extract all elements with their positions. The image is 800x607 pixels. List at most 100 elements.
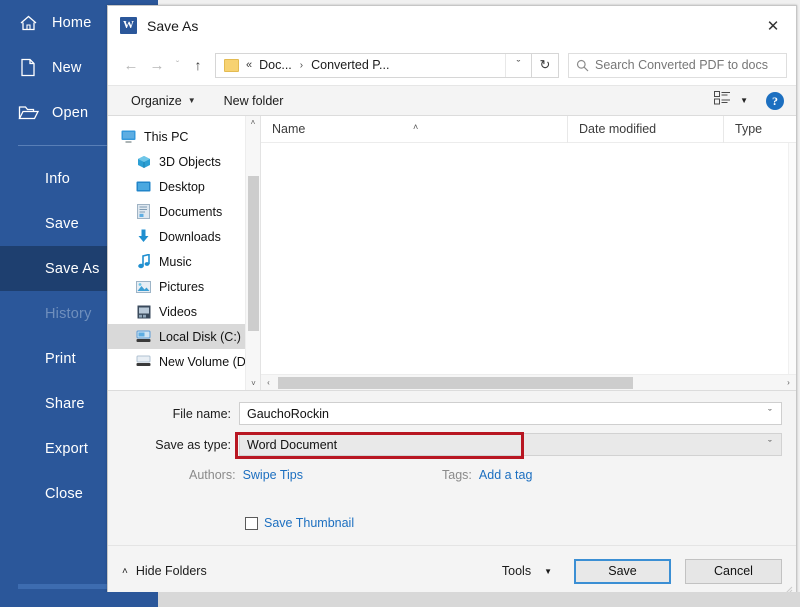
save-thumbnail-label[interactable]: Save Thumbnail [264, 516, 354, 530]
save-button[interactable]: Save [574, 558, 671, 584]
tree-item-documents[interactable]: Documents [108, 199, 260, 224]
tools-button[interactable]: Tools ▼ [502, 564, 552, 578]
tree-item-pictures[interactable]: Pictures [108, 274, 260, 299]
scrollbar-thumb[interactable] [278, 376, 633, 389]
save-form-area: File name: GauchoRockin ˇ Save as type: … [108, 391, 796, 501]
tree-item-label: Desktop [159, 179, 205, 194]
tools-label: Tools [501, 564, 532, 578]
dialog-footer: ˄ Hide Folders Tools ▼ Save Cancel [108, 545, 796, 596]
breadcrumb-overflow-icon[interactable]: « [246, 59, 252, 71]
tree-item-this-pc[interactable]: This PC [108, 124, 260, 149]
file-list-pane: Name ˄ Date modified Type ‹ › [260, 115, 796, 390]
recent-locations-icon[interactable]: ˇ [170, 52, 185, 78]
save-as-type-row: Save as type: Word Document ˇ [122, 433, 782, 456]
navigation-tree: This PC 3D Objects Desktop Documents Dow… [108, 116, 260, 390]
back-icon[interactable]: ← [118, 52, 144, 78]
footer-buttons: Tools ▼ Save Cancel [502, 558, 782, 584]
save-thumbnail-checkbox[interactable] [245, 516, 258, 530]
new-folder-label: New folder [223, 93, 284, 108]
scroll-left-icon[interactable]: ‹ [261, 378, 276, 387]
tree-item-desktop[interactable]: Desktop [108, 174, 260, 199]
organize-label: Organize [131, 93, 182, 108]
monitor-icon [120, 129, 137, 145]
sidebar-item-label: Info [45, 170, 70, 187]
backstage-bottom-strip [0, 592, 158, 607]
sidebar-item-label: Close [45, 485, 84, 502]
breadcrumb-dropdown-icon[interactable]: ˇ [505, 53, 531, 77]
sidebar-item-label: Home [52, 14, 92, 31]
refresh-icon[interactable]: ↻ [532, 52, 559, 78]
tags-label: Tags: [442, 468, 472, 482]
sidebar-item-label: New [52, 59, 82, 76]
column-header-row: Name ˄ Date modified Type [261, 115, 796, 143]
tree-item-label: Documents [159, 204, 223, 219]
organize-button[interactable]: Organize ▼ [124, 88, 203, 113]
cancel-button[interactable]: Cancel [685, 558, 782, 584]
command-bar: Organize ▼ New folder ▼ ? [108, 85, 796, 116]
chevron-down-icon: ▼ [544, 566, 552, 576]
column-header-type[interactable]: Type [723, 115, 796, 143]
save-as-type-select[interactable]: Word Document ˇ [239, 433, 782, 456]
file-name-label: File name: [172, 406, 231, 421]
save-thumbnail-row: Save Thumbnail [108, 501, 796, 545]
column-header-date-modified[interactable]: Date modified [567, 115, 723, 143]
tree-item-local-disk-c[interactable]: Local Disk (C:) [108, 324, 260, 349]
chevron-down-icon[interactable]: ˇ [759, 408, 781, 420]
view-list-icon [714, 91, 731, 110]
hide-folders-button[interactable]: ˄ Hide Folders [122, 564, 207, 578]
video-icon [135, 304, 152, 320]
screen-root: Home New Open Info Save Save As History [0, 0, 800, 607]
open-folder-icon [16, 102, 40, 124]
breadcrumb[interactable]: « Doc... › Converted P... ˇ [215, 52, 532, 78]
music-note-icon [135, 254, 152, 270]
tree-item-new-volume-d[interactable]: New Volume (D: [108, 349, 260, 374]
breadcrumb-segment-2[interactable]: Converted P... [311, 58, 389, 72]
scrollbar-track[interactable] [276, 375, 781, 391]
file-list-empty-area[interactable] [261, 143, 796, 374]
up-one-level-icon[interactable]: ↑ [185, 52, 211, 78]
column-label: Date modified [579, 121, 657, 136]
home-icon [16, 12, 40, 34]
word-app-icon: W [120, 17, 137, 34]
list-horizontal-scrollbar[interactable]: ‹ › [261, 374, 796, 390]
change-view-button[interactable]: ▼ [710, 89, 752, 113]
sidebar-item-label: Open [52, 104, 89, 121]
close-icon[interactable]: ✕ [750, 6, 796, 45]
breadcrumb-segment-1[interactable]: Doc... [259, 58, 292, 72]
add-a-tag-link[interactable]: Add a tag [479, 468, 533, 482]
command-bar-right: ▼ ? [710, 89, 788, 113]
scroll-right-icon[interactable]: › [781, 378, 796, 387]
list-vertical-scrollbar[interactable] [788, 143, 796, 374]
tree-item-3d-objects[interactable]: 3D Objects [108, 149, 260, 174]
tree-item-videos[interactable]: Videos [108, 299, 260, 324]
tree-item-label: 3D Objects [159, 154, 221, 169]
scroll-down-icon[interactable]: ˅ [246, 377, 260, 390]
tree-item-label: Music [159, 254, 192, 269]
help-icon[interactable]: ? [766, 91, 784, 110]
tree-item-downloads[interactable]: Downloads [108, 224, 260, 249]
save-as-type-label: Save as type: [155, 437, 231, 452]
folder-icon [224, 58, 239, 72]
breadcrumb-separator: › [299, 59, 304, 71]
forward-icon[interactable]: → [144, 52, 170, 78]
tree-vertical-scrollbar[interactable]: ˄ ˅ [245, 116, 260, 390]
scroll-up-icon[interactable]: ˄ [246, 116, 260, 130]
file-name-input[interactable]: GauchoRockin ˇ [239, 402, 782, 425]
chevron-up-icon: ˄ [122, 565, 128, 577]
authors-value[interactable]: Swipe Tips [243, 468, 303, 482]
tree-item-music[interactable]: Music [108, 249, 260, 274]
column-label: Type [735, 121, 763, 136]
file-browser: This PC 3D Objects Desktop Documents Dow… [108, 115, 796, 391]
download-arrow-icon [135, 229, 152, 245]
new-folder-button[interactable]: New folder [217, 88, 291, 113]
scrollbar-thumb[interactable] [248, 176, 259, 331]
sidebar-item-label: History [45, 305, 92, 322]
tree-item-label: Local Disk (C:) [159, 329, 241, 344]
search-icon [569, 59, 595, 72]
tree-item-label: Videos [159, 304, 197, 319]
search-placeholder-text: Search Converted PDF to docs [595, 58, 768, 72]
column-header-name[interactable]: Name ˄ [261, 116, 567, 143]
search-input[interactable]: Search Converted PDF to docs [568, 52, 787, 78]
sidebar-item-label: Save As [45, 260, 100, 277]
chevron-down-icon[interactable]: ˇ [759, 439, 781, 451]
